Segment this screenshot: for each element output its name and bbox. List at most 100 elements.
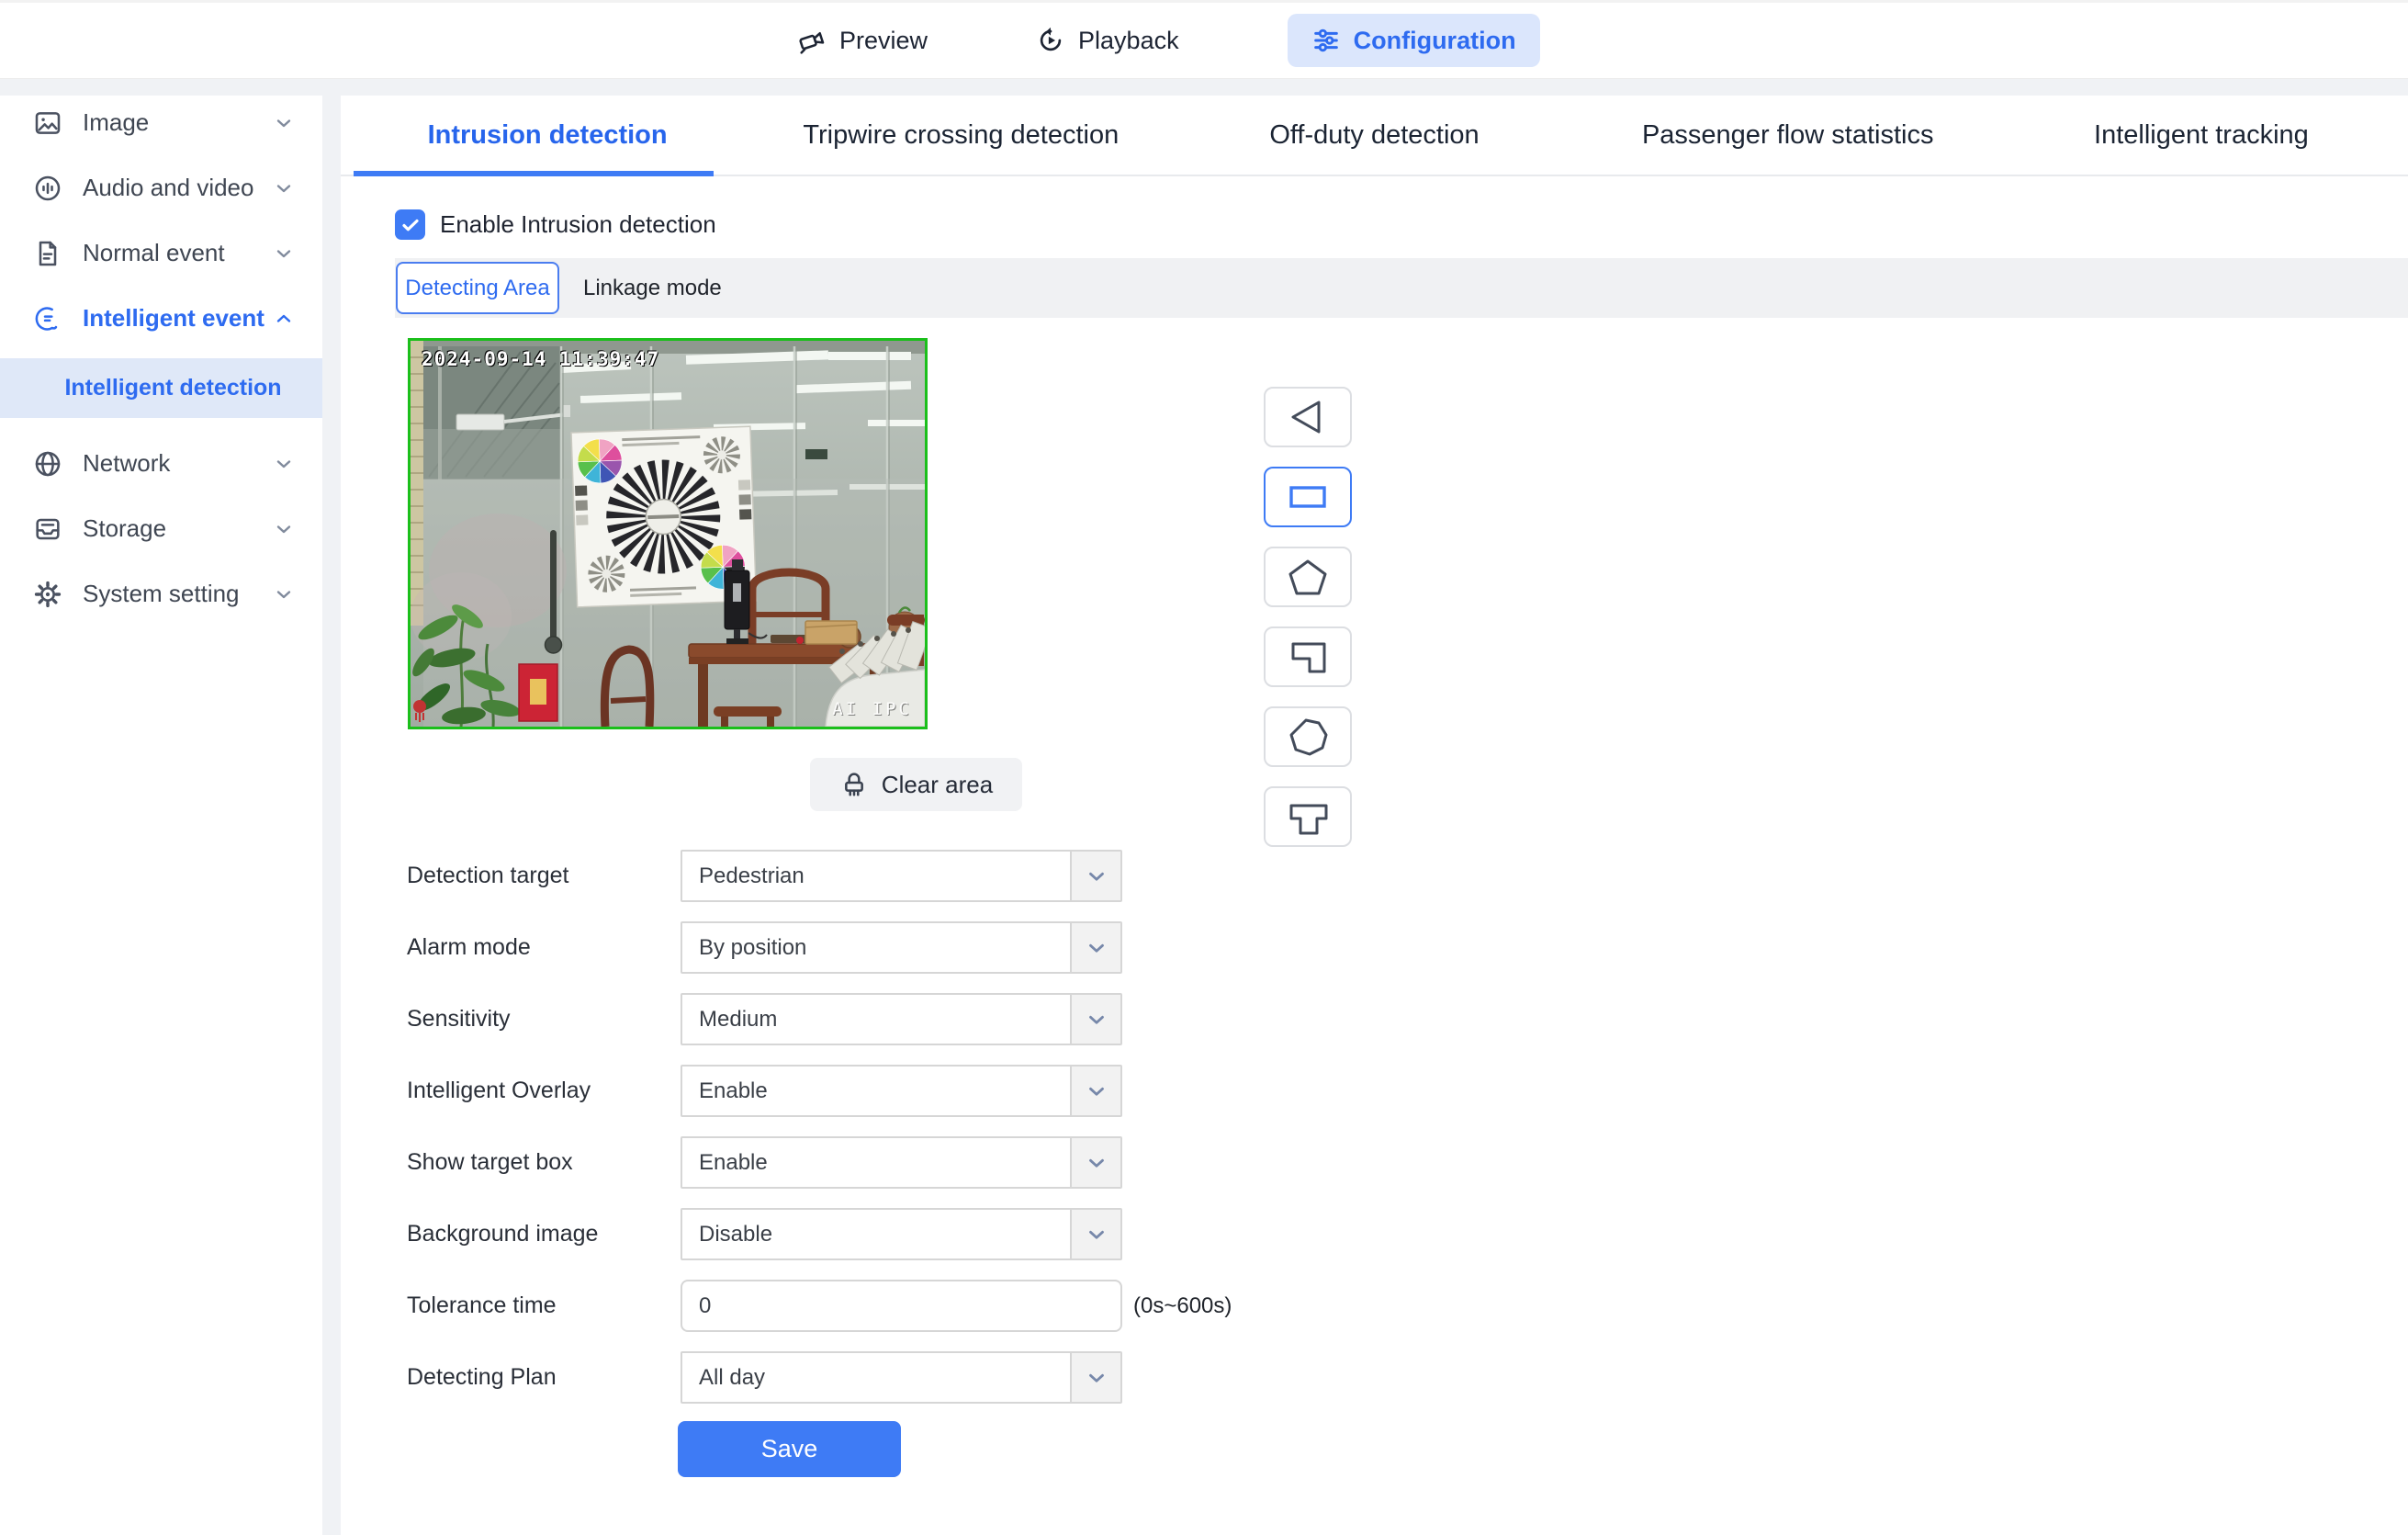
chevron-down-icon [276, 525, 291, 533]
chevron-down-icon [1070, 923, 1120, 972]
alarm-mode-select[interactable]: By position [681, 921, 1122, 974]
detection-target-label: Detection target [407, 863, 569, 888]
alarm-mode-label: Alarm mode [407, 934, 531, 960]
sliders-icon [1313, 28, 1338, 52]
background-image-select[interactable]: Disable [681, 1208, 1122, 1260]
nav-preview-label: Preview [839, 26, 928, 54]
sidebar-item-intelligent-event[interactable]: Intelligent event [0, 286, 322, 351]
header-separator [0, 79, 2408, 96]
intelligent-overlay-select[interactable]: Enable [681, 1065, 1122, 1117]
chevron-down-icon [276, 184, 291, 192]
sidebar-divider [322, 96, 341, 1535]
playback-icon [1040, 27, 1062, 51]
sidebar-item-system-setting[interactable]: System setting [0, 561, 322, 626]
background-image-label: Background image [407, 1221, 599, 1247]
nav-configuration-label: Configuration [1353, 26, 1516, 54]
sidebar-item-audio-video[interactable]: Audio and video [0, 155, 322, 220]
globe-icon [35, 451, 61, 476]
draw-tool-pentagon[interactable] [1264, 547, 1352, 607]
chevron-down-icon [1070, 1210, 1120, 1258]
draw-tool-l-shape[interactable] [1264, 626, 1352, 687]
show-target-box-label: Show target box [407, 1149, 573, 1175]
chevron-down-icon [1070, 1138, 1120, 1187]
sidebar-subitem-intelligent-detection[interactable]: Intelligent detection [0, 358, 322, 418]
video-timestamp: 2024-09-14 11:39:47 [422, 348, 660, 370]
subtab-detecting-area[interactable]: Detecting Area [396, 262, 559, 314]
sidebar-item-label: System setting [83, 580, 240, 607]
chevron-down-icon [276, 590, 291, 598]
t-shape-icon [1289, 804, 1328, 835]
video-preview-canvas[interactable]: 2024-09-14 11:39:47 AI IPC [408, 338, 928, 729]
enable-intrusion-checkbox[interactable] [395, 209, 425, 240]
storage-icon [36, 518, 60, 539]
draw-tool-triangle[interactable] [1264, 387, 1352, 447]
detecting-plan-label: Detecting Plan [407, 1364, 557, 1390]
sidebar-item-label: Intelligent event [83, 304, 264, 332]
image-icon [35, 111, 61, 134]
enable-intrusion-label: Enable Intrusion detection [440, 210, 716, 238]
sensitivity-label: Sensitivity [407, 1006, 511, 1032]
rectangle-icon [1289, 486, 1326, 508]
top-header: Preview Playback Configuration [0, 0, 2408, 79]
broom-icon [844, 773, 863, 796]
chevron-down-icon [276, 249, 291, 257]
sidebar-item-normal-event[interactable]: Normal event [0, 220, 322, 286]
pentagon-icon [1288, 559, 1327, 595]
draw-tool-heptagon[interactable] [1264, 706, 1352, 767]
intelligent-event-icon [35, 306, 58, 331]
detecting-plan-select[interactable]: All day [681, 1351, 1122, 1404]
camera-preview-icon [799, 31, 825, 54]
detection-target-select[interactable]: Pedestrian [681, 850, 1122, 902]
clear-area-button[interactable]: Clear area [810, 758, 1022, 811]
chevron-down-icon [1070, 852, 1120, 900]
subtab-linkage-mode[interactable]: Linkage mode [583, 276, 722, 301]
sidebar-item-network[interactable]: Network [0, 431, 322, 496]
video-watermark: AI IPC [832, 699, 912, 719]
sidebar: Image Audio and video Normal event Intel… [0, 96, 322, 1535]
nav-playback[interactable]: Playback [1036, 26, 1179, 55]
audio-video-icon [35, 175, 61, 200]
l-shape-icon [1291, 642, 1326, 673]
sidebar-item-label: Normal event [83, 239, 225, 266]
main-nav: Preview Playback Configuration [797, 14, 1540, 67]
check-icon [401, 219, 419, 231]
tab-tripwire-crossing-detection[interactable]: Tripwire crossing detection [754, 96, 1167, 175]
save-button[interactable]: Save [678, 1421, 901, 1477]
document-icon [39, 241, 57, 265]
sidebar-item-image[interactable]: Image [0, 90, 322, 155]
chevron-down-icon [1070, 1353, 1120, 1402]
tolerance-time-input[interactable] [681, 1280, 1122, 1332]
tolerance-time-label: Tolerance time [407, 1292, 557, 1318]
gear-icon [34, 581, 62, 607]
tab-off-duty-detection[interactable]: Off-duty detection [1167, 96, 1581, 175]
chevron-down-icon [276, 459, 291, 468]
chevron-down-icon [1070, 995, 1120, 1044]
nav-playback-label: Playback [1078, 26, 1179, 54]
sensitivity-select[interactable]: Medium [681, 993, 1122, 1045]
chevron-down-icon [276, 119, 291, 127]
tab-intelligent-tracking[interactable]: Intelligent tracking [1995, 96, 2408, 175]
heptagon-icon [1289, 718, 1328, 756]
clear-area-label: Clear area [881, 770, 994, 798]
triangle-icon [1291, 401, 1321, 434]
tab-intrusion-detection[interactable]: Intrusion detection [341, 96, 754, 176]
main-panel: Intrusion detection Tripwire crossing de… [341, 96, 2408, 1535]
tab-passenger-flow-statistics[interactable]: Passenger flow statistics [1581, 96, 1995, 175]
draw-tool-t-shape[interactable] [1264, 786, 1352, 847]
show-target-box-select[interactable]: Enable [681, 1136, 1122, 1189]
intelligent-overlay-label: Intelligent Overlay [407, 1078, 591, 1103]
chevron-up-icon [276, 314, 291, 322]
enable-intrusion-row[interactable]: Enable Intrusion detection [395, 209, 716, 240]
draw-tool-rectangle[interactable] [1264, 467, 1352, 527]
sidebar-item-label: Network [83, 449, 171, 477]
draw-tools [1264, 387, 1352, 847]
tab-bar: Intrusion detection Tripwire crossing de… [341, 96, 2408, 176]
sidebar-item-label: Storage [83, 514, 167, 542]
sidebar-item-label: Audio and video [83, 174, 254, 201]
sidebar-item-storage[interactable]: Storage [0, 496, 322, 561]
sidebar-subitem-label: Intelligent detection [64, 375, 282, 401]
nav-configuration[interactable]: Configuration [1287, 14, 1540, 67]
tolerance-time-hint: (0s~600s) [1133, 1293, 1232, 1318]
sidebar-item-label: Image [83, 108, 150, 136]
nav-preview[interactable]: Preview [797, 26, 928, 55]
